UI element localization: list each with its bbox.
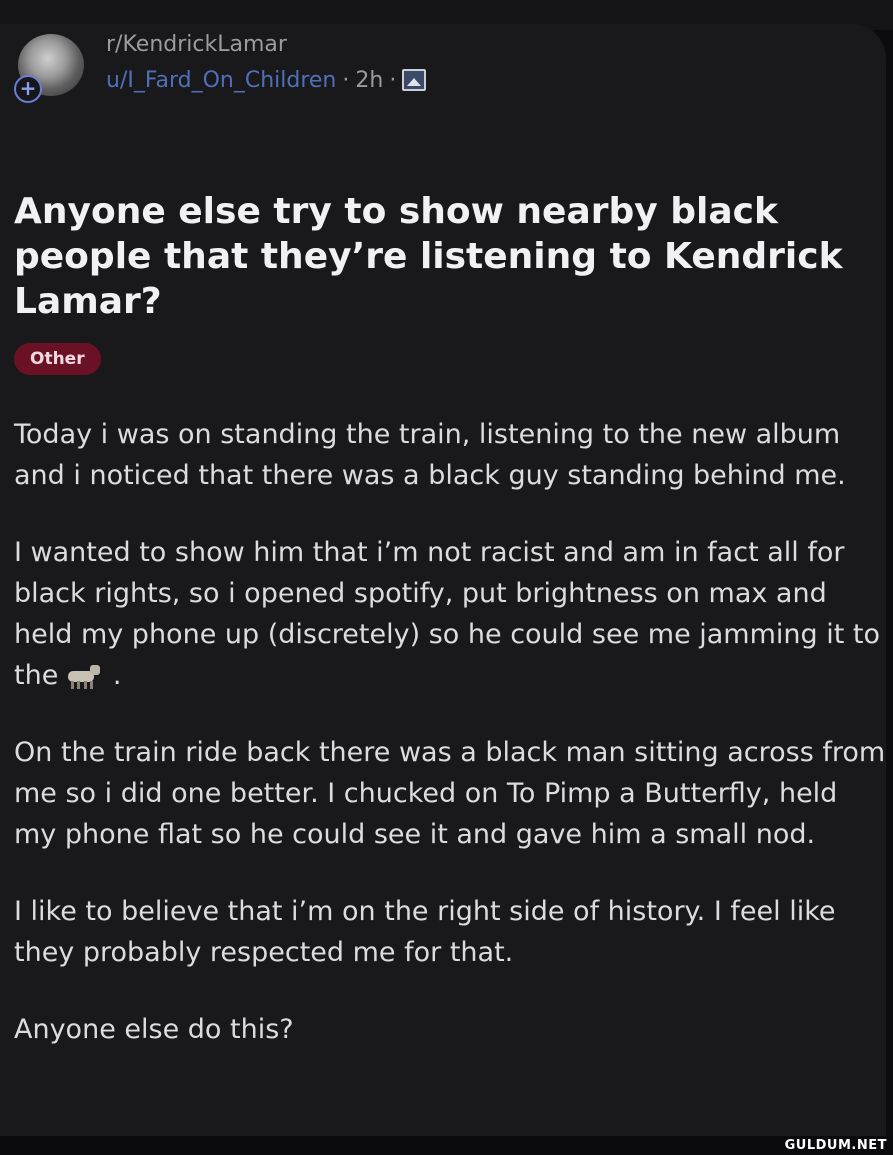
post-header: + r/KendrickLamar u/I_Fard_On_Children · 2… bbox=[10, 28, 870, 108]
body-paragraph-end: . bbox=[104, 660, 122, 691]
post-body: Today i was on standing the train, liste… bbox=[14, 414, 886, 1086]
post-title[interactable]: Anyone else try to show nearby black peo… bbox=[14, 189, 854, 324]
post-meta: u/I_Fard_On_Children · 2h · bbox=[106, 68, 427, 93]
goat-emoji-icon bbox=[62, 663, 104, 689]
body-paragraph: Anyone else do this? bbox=[14, 1014, 294, 1045]
post-card: + r/KendrickLamar u/I_Fard_On_Children · 2… bbox=[0, 24, 886, 1136]
separator: · bbox=[342, 68, 350, 93]
body-paragraph: On the train ride back there was a black… bbox=[14, 737, 886, 850]
plus-icon[interactable]: + bbox=[14, 75, 42, 103]
separator: · bbox=[389, 68, 397, 93]
username-link[interactable]: u/I_Fard_On_Children bbox=[106, 68, 336, 93]
body-paragraph: I wanted to show him that i’m not racist… bbox=[14, 532, 886, 696]
body-paragraph-text: I wanted to show him that i’m not racist… bbox=[14, 537, 881, 691]
flair-badge[interactable]: Other bbox=[14, 343, 101, 375]
body-paragraph: I like to believe that i’m on the right … bbox=[14, 896, 836, 968]
body-paragraph: Today i was on standing the train, liste… bbox=[14, 419, 846, 491]
subreddit-link[interactable]: r/KendrickLamar bbox=[106, 32, 287, 57]
watermark: GULDUM.NET bbox=[784, 1138, 887, 1153]
bottom-bar bbox=[0, 1136, 893, 1155]
image-icon bbox=[402, 69, 427, 91]
post-age: 2h bbox=[355, 68, 384, 93]
